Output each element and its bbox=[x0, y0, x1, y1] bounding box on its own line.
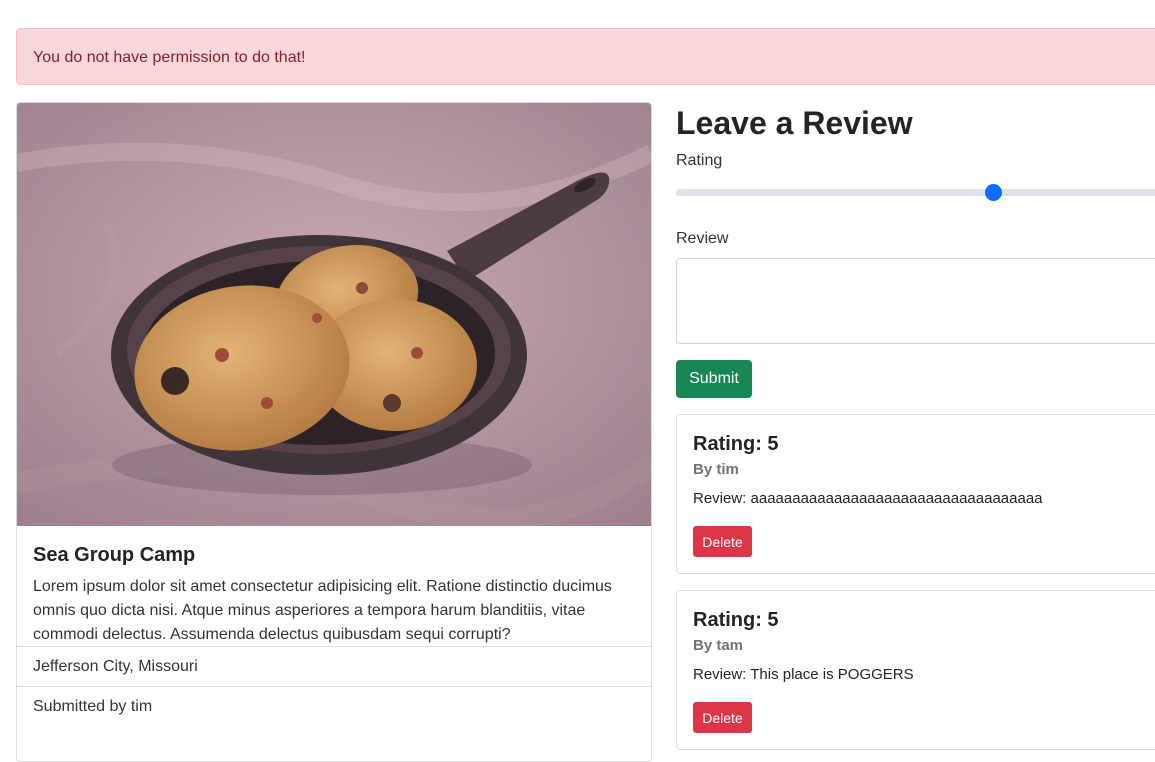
rating-label: Rating bbox=[676, 152, 723, 169]
review-textarea[interactable] bbox=[676, 258, 1155, 344]
review-label: Review bbox=[676, 230, 729, 247]
review-author: By tim bbox=[693, 461, 739, 478]
campground-title: Sea Group Camp bbox=[33, 544, 196, 566]
campground-image bbox=[17, 103, 651, 526]
alert-message: You do not have permission to do that! bbox=[33, 49, 306, 66]
campground-card: Sea Group Camp Lorem ipsum dolor sit ame… bbox=[16, 102, 652, 762]
submit-button[interactable]: Submit bbox=[676, 360, 752, 398]
review-text: Review: This place is POGGERS bbox=[693, 666, 914, 683]
card-body: Sea Group Camp Lorem ipsum dolor sit ame… bbox=[17, 526, 651, 646]
delete-review-button[interactable]: Delete bbox=[693, 526, 752, 557]
review-text: Review: aaaaaaaaaaaaaaaaaaaaaaaaaaaaaaaa… bbox=[693, 490, 1043, 507]
review-rating: Rating: 5 bbox=[693, 609, 779, 631]
review-card: Rating: 5 By tam Review: This place is P… bbox=[676, 590, 1155, 750]
campground-description: Lorem ipsum dolor sit amet consectetur a… bbox=[33, 578, 612, 643]
delete-review-button[interactable]: Delete bbox=[693, 702, 752, 733]
flash-error-alert: You do not have permission to do that! bbox=[16, 28, 1155, 85]
review-card: Rating: 5 By tim Review: aaaaaaaaaaaaaaa… bbox=[676, 414, 1155, 574]
rating-slider-thumb[interactable] bbox=[985, 184, 1002, 201]
review-author: By tam bbox=[693, 637, 744, 654]
campground-author: Submitted by tim bbox=[17, 686, 651, 726]
campground-location: Jefferson City, Missouri bbox=[17, 646, 651, 686]
review-heading: Leave a Review bbox=[676, 105, 913, 141]
review-rating: Rating: 5 bbox=[693, 433, 779, 455]
rating-slider-track[interactable] bbox=[676, 189, 1155, 196]
